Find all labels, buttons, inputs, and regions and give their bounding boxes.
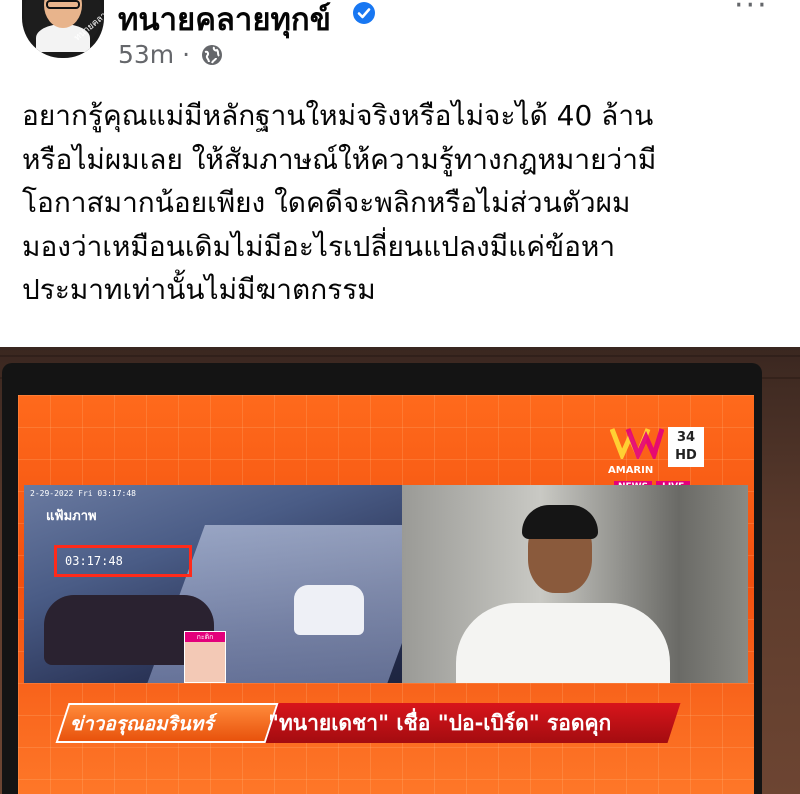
interview-guest <box>402 485 748 683</box>
post-header: ทนายคลายทุกข์ ทนายคลายทุกข์ ··· 53m · <box>0 0 800 80</box>
wall-panel-line <box>0 355 800 357</box>
meta-separator: · <box>182 40 191 69</box>
cctv-timestamp: 03:17:48 <box>54 545 192 577</box>
post-text-line: โอกาสมากน้อยเพียง ใดคดีจะพลิกหรือไม่ส่วน… <box>22 186 631 219</box>
author-name[interactable]: ทนายคลายทุกข์ <box>118 0 331 44</box>
channel-name: AMARIN <box>608 465 654 476</box>
channel-number-box: 34 HD <box>668 427 704 467</box>
guest-hair <box>522 505 598 539</box>
post-text-line: มองว่าเหมือนเดิมไม่มีอะไรเปลี่ยนแปลงมีแค… <box>22 229 616 263</box>
channel-logo-icon <box>610 428 664 459</box>
channel-hd: HD <box>675 448 697 463</box>
avatar-glasses <box>46 0 80 9</box>
post-photo[interactable]: 34 HD AMARIN NEWS LIVE 2-29-2022 Fri 03:… <box>0 347 800 794</box>
tv-frame: 34 HD AMARIN NEWS LIVE 2-29-2022 Fri 03:… <box>2 363 762 794</box>
verified-badge-icon <box>353 2 375 24</box>
guest-shirt <box>456 603 670 683</box>
post-text-line: ประมาทเท่านั้นไม่มีฆาตกรรม <box>22 273 376 306</box>
program-name: ข่าวอรุณอมรินทร์ <box>70 713 214 735</box>
post-text-line: หรือไม่ผมเลย ให้สัมภาษณ์ให้ความรู้ทางกฎห… <box>22 142 657 176</box>
post-text-line: อยากรู้คุณแม่มีหลักฐานใหม่จริงหรือไม่จะไ… <box>22 99 654 132</box>
post-meta: 53m · <box>118 40 224 69</box>
cctv-car <box>294 585 364 635</box>
headline-text: "ทนายเดชา" เชื่อ "ปอ-เบิร์ด" รอดคุก <box>268 711 612 735</box>
post-body: อยากรู้คุณแม่มีหลักฐานใหม่จริงหรือไม่จะไ… <box>22 94 782 312</box>
avatar[interactable]: ทนายคลายทุกข์ <box>22 0 104 58</box>
lower-third: ข่าวอรุณอมรินทร์ "ทนายเดชา" เชื่อ "ปอ-เบ… <box>18 695 754 759</box>
cctv-label: แฟ้มภาพ <box>46 509 97 524</box>
cctv-footage: 2-29-2022 Fri 03:17:48 แฟ้มภาพ 03:17:48 … <box>24 485 402 683</box>
tv-screen: 34 HD AMARIN NEWS LIVE 2-29-2022 Fri 03:… <box>18 395 754 794</box>
post-time[interactable]: 53m <box>118 40 174 69</box>
inset-portrait: กะติก <box>184 631 226 683</box>
more-dots-icon[interactable]: ··· <box>734 0 769 23</box>
globe-icon[interactable] <box>200 43 224 67</box>
channel-number: 34 <box>676 430 696 445</box>
cctv-date: 2-29-2022 Fri 03:17:48 <box>30 489 136 498</box>
inset-label: กะติก <box>185 632 225 642</box>
